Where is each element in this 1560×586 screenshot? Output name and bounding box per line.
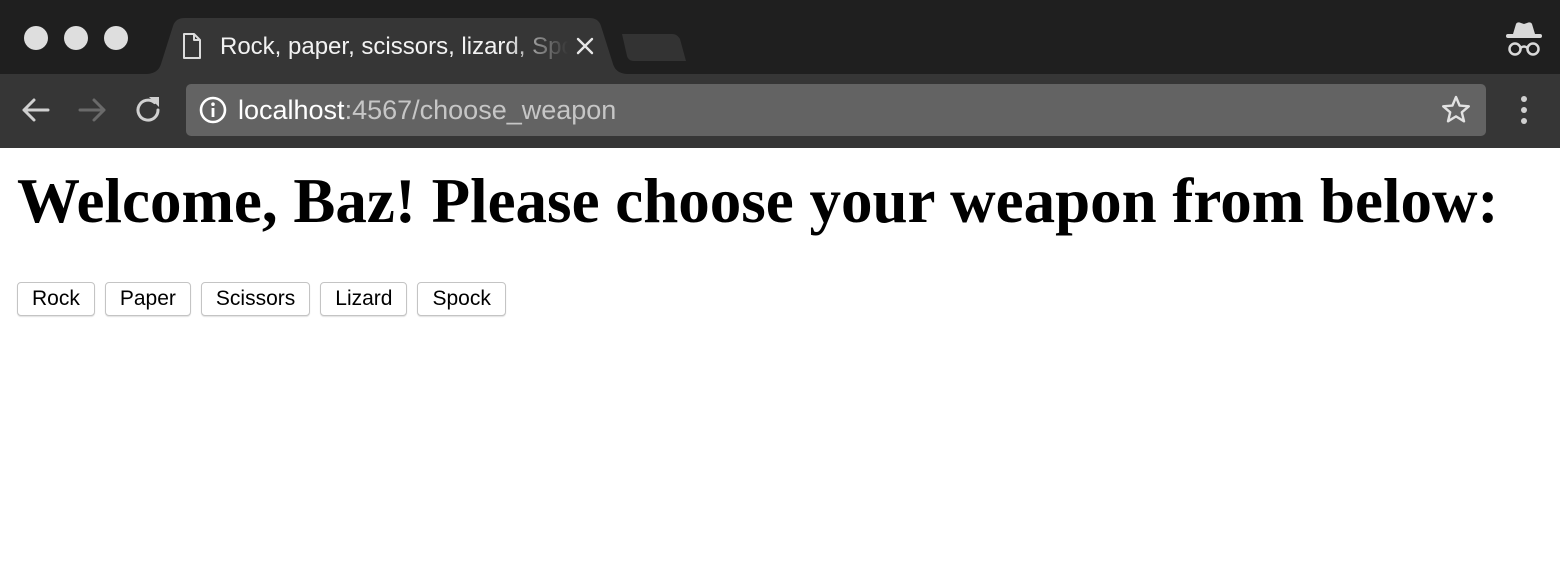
window-maximize-button[interactable] — [104, 26, 128, 50]
url-text[interactable]: localhost:4567/choose_weapon — [238, 94, 616, 126]
weapon-button-paper[interactable]: Paper — [104, 282, 191, 316]
info-icon[interactable] — [198, 95, 228, 125]
active-tab[interactable]: Rock, paper, scissors, lizard, Spock — [145, 18, 629, 74]
weapon-button-scissors[interactable]: Scissors — [200, 282, 311, 316]
new-tab-icon[interactable] — [620, 33, 688, 63]
back-arrow-icon[interactable] — [18, 92, 54, 128]
window-close-button[interactable] — [24, 26, 48, 50]
tab-title: Rock, paper, scissors, lizard, Spock — [220, 33, 568, 60]
close-icon[interactable] — [573, 34, 597, 58]
page-heading: Welcome, Baz! Please choose your weapon … — [17, 166, 1499, 236]
forward-arrow-icon[interactable] — [74, 92, 110, 128]
address-bar[interactable]: localhost:4567/choose_weapon — [186, 84, 1486, 136]
url-host: localhost — [238, 95, 345, 125]
star-icon[interactable] — [1440, 94, 1472, 126]
weapon-buttons: Rock Paper Scissors Lizard Spock — [17, 282, 516, 316]
incognito-icon — [1506, 22, 1542, 56]
browser-window: Rock, paper, scissors, lizard, Spock loc… — [0, 0, 1560, 586]
window-minimize-button[interactable] — [64, 26, 88, 50]
reload-icon[interactable] — [130, 92, 166, 128]
page-content: Welcome, Baz! Please choose your weapon … — [0, 148, 1560, 586]
weapon-button-rock[interactable]: Rock — [17, 282, 95, 316]
toolbar: localhost:4567/choose_weapon — [0, 74, 1560, 148]
page-icon — [183, 33, 201, 59]
tab-strip: Rock, paper, scissors, lizard, Spock — [0, 0, 1560, 74]
weapon-button-lizard[interactable]: Lizard — [320, 282, 408, 316]
kebab-menu-icon[interactable] — [1508, 94, 1540, 126]
weapon-button-spock[interactable]: Spock — [417, 282, 506, 316]
url-path: :4567/choose_weapon — [344, 95, 617, 125]
